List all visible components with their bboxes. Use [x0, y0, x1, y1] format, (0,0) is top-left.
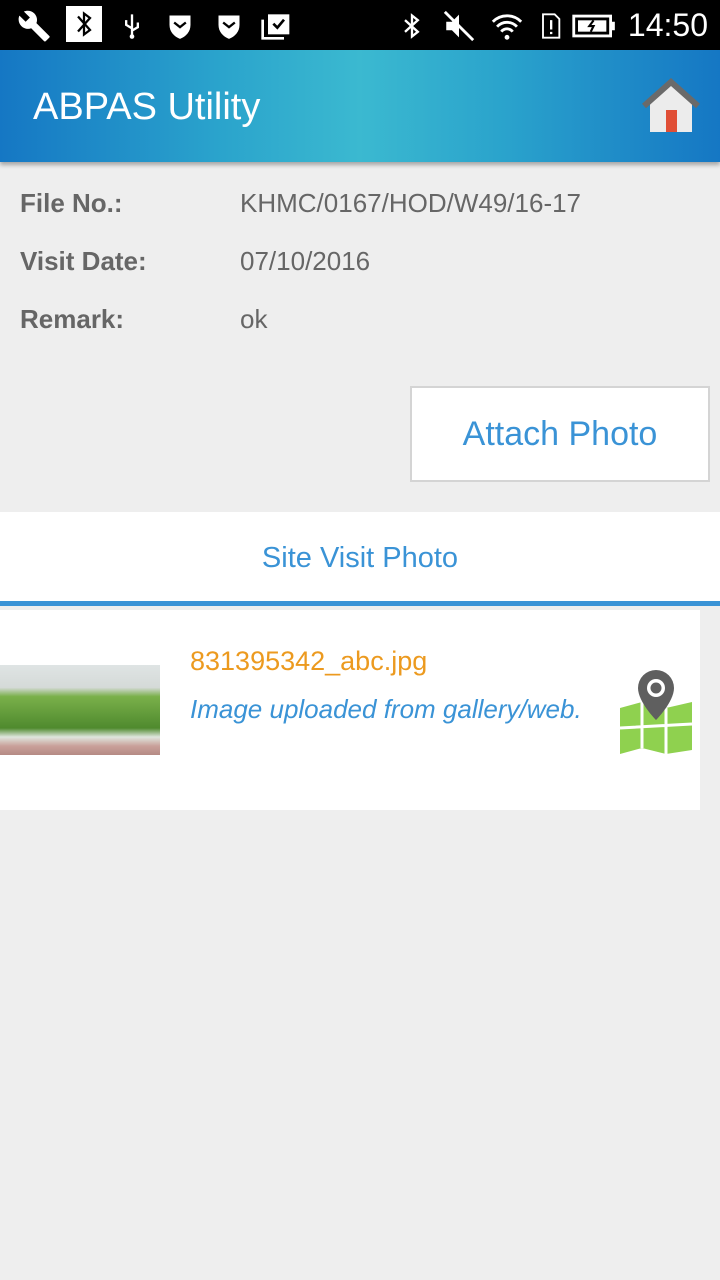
- map-pin-icon[interactable]: [618, 668, 694, 754]
- file-no-label: File No.:: [20, 188, 123, 218]
- file-no-value: KHMC/0167/HOD/W49/16-17: [240, 188, 582, 218]
- bluetooth-notification-icon: [66, 6, 102, 42]
- wrench-icon: [18, 10, 50, 42]
- battery-charging-icon: [572, 14, 615, 38]
- usb-icon: [125, 14, 139, 39]
- attach-photo-button[interactable]: Attach Photo: [410, 386, 710, 482]
- photo-list-item[interactable]: 831395342_abc.jpg Image uploaded from ga…: [0, 610, 700, 810]
- vibrate-mute-icon: [443, 10, 475, 42]
- clock: 14:50: [627, 7, 708, 43]
- remark-label: Remark:: [20, 304, 125, 334]
- app-title: ABPAS Utility: [33, 86, 261, 128]
- visit-date-label: Visit Date:: [20, 246, 147, 276]
- photo-filename: 831395342_abc.jpg: [190, 646, 428, 676]
- visit-date-value: 07/10/2016: [240, 246, 371, 276]
- status-bar: 14:50: [0, 0, 720, 50]
- remark-value: ok: [240, 304, 268, 334]
- app-bar: ABPAS Utility: [0, 50, 720, 162]
- sim-alert-icon: [542, 13, 561, 39]
- tab-site-visit-photo[interactable]: Site Visit Photo: [0, 542, 720, 575]
- home-icon[interactable]: [640, 78, 702, 134]
- shield-icon: [169, 15, 191, 39]
- photo-thumbnail[interactable]: [0, 665, 160, 755]
- bluetooth-icon: [404, 13, 420, 39]
- photo-description: Image uploaded from gallery/web.: [190, 694, 582, 724]
- shield-icon: [218, 15, 240, 39]
- wifi-icon: [491, 14, 523, 40]
- tab-bar: Site Visit Photo: [0, 512, 720, 606]
- clipboard-check-icon: [261, 14, 290, 40]
